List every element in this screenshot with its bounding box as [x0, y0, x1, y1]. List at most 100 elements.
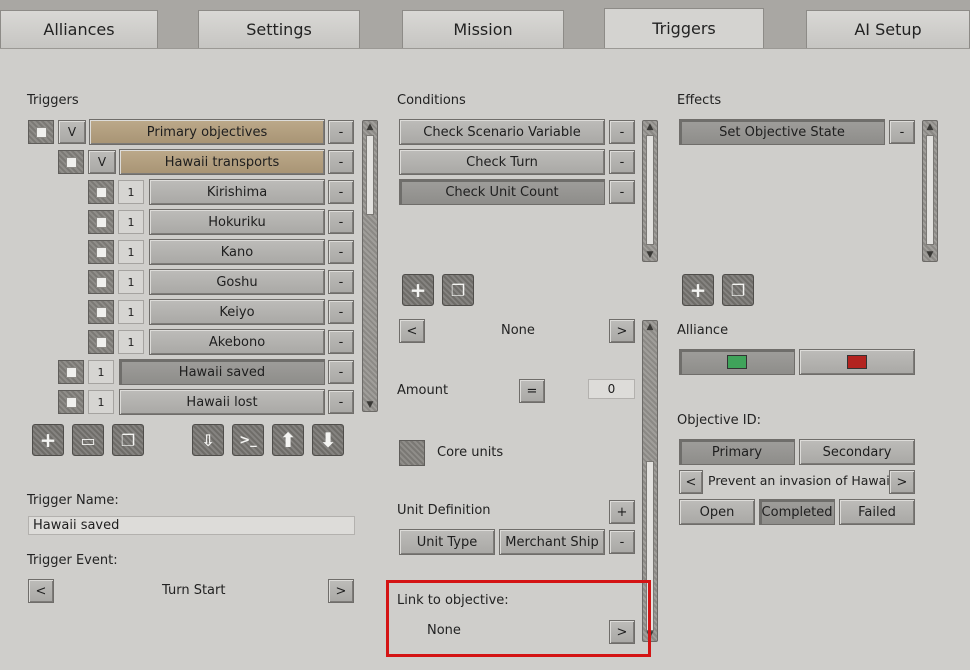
trigger-remove-button[interactable]: -: [328, 210, 354, 234]
trigger-remove-button[interactable]: -: [328, 300, 354, 324]
trigger-count: 1: [118, 210, 144, 234]
condition-remove-button[interactable]: -: [609, 150, 635, 174]
import-icon[interactable]: ⇩: [192, 424, 224, 456]
event-next-button[interactable]: >: [328, 579, 354, 603]
trigger-checkbox[interactable]: [58, 150, 84, 174]
add-condition-icon[interactable]: +: [402, 274, 434, 306]
unit-type-button[interactable]: Unit Type: [399, 529, 495, 555]
trigger-kirishima[interactable]: Kirishima: [149, 179, 325, 205]
objective-secondary-button[interactable]: Secondary: [799, 439, 915, 465]
scrollbar-thumb[interactable]: [926, 135, 934, 245]
add-effect-icon[interactable]: +: [682, 274, 714, 306]
trigger-checkbox[interactable]: [88, 240, 114, 264]
objective-value: Prevent an invasion of Hawaii: [708, 473, 894, 488]
trigger-remove-button[interactable]: -: [328, 360, 354, 384]
state-failed-button[interactable]: Failed: [839, 499, 915, 525]
move-down-icon[interactable]: ⬇: [312, 424, 344, 456]
condition-remove-button[interactable]: -: [609, 120, 635, 144]
condition-remove-button[interactable]: -: [609, 180, 635, 204]
trigger-checkbox[interactable]: [58, 360, 84, 384]
trigger-checkbox[interactable]: [58, 390, 84, 414]
condition-check-turn[interactable]: Check Turn: [399, 149, 605, 175]
condition-check-scenario-variable[interactable]: Check Scenario Variable: [399, 119, 605, 145]
trigger-name-label: Trigger Name:: [27, 493, 119, 508]
trigger-remove-button[interactable]: -: [328, 390, 354, 414]
tab-alliances[interactable]: Alliances: [0, 10, 158, 48]
amount-input[interactable]: 0: [588, 379, 635, 399]
trigger-remove-button[interactable]: -: [328, 330, 354, 354]
trigger-keiyo[interactable]: Keiyo: [149, 299, 325, 325]
scroll-up-icon[interactable]: ▲: [364, 122, 376, 132]
copy-icon[interactable]: ❐: [112, 424, 144, 456]
alliance-label: Alliance: [677, 323, 729, 338]
state-completed-button[interactable]: Completed: [759, 499, 835, 525]
effects-scrollbar[interactable]: ▲ ▼: [922, 120, 938, 262]
alliance-green-button[interactable]: [679, 349, 795, 375]
trigger-remove-button[interactable]: -: [328, 180, 354, 204]
trigger-checkbox[interactable]: [88, 180, 114, 204]
scroll-up-icon[interactable]: ▲: [644, 322, 656, 332]
alliance-red-button[interactable]: [799, 349, 915, 375]
condition-prev-button[interactable]: <: [399, 319, 425, 343]
effect-remove-button[interactable]: -: [889, 120, 915, 144]
trigger-checkbox[interactable]: [88, 300, 114, 324]
event-prev-button[interactable]: <: [28, 579, 54, 603]
trigger-checkbox[interactable]: [88, 210, 114, 234]
trigger-remove-button[interactable]: -: [328, 120, 354, 144]
scroll-up-icon[interactable]: ▲: [644, 122, 656, 132]
scrollbar-thumb[interactable]: [366, 135, 374, 215]
effect-set-objective-state[interactable]: Set Objective State: [679, 119, 885, 145]
trigger-checkbox[interactable]: [88, 330, 114, 354]
tab-ai-setup[interactable]: AI Setup: [806, 10, 970, 48]
scrollbar-thumb[interactable]: [646, 135, 654, 245]
trigger-akebono[interactable]: Akebono: [149, 329, 325, 355]
trigger-goshu[interactable]: Goshu: [149, 269, 325, 295]
trigger-remove-button[interactable]: -: [328, 240, 354, 264]
effects-header: Effects: [677, 93, 722, 108]
scroll-down-icon[interactable]: ▼: [644, 250, 656, 260]
trigger-toggle[interactable]: V: [58, 120, 86, 144]
console-icon[interactable]: >_: [232, 424, 264, 456]
trigger-hawaii-saved[interactable]: Hawaii saved: [119, 359, 325, 385]
copy-condition-icon[interactable]: ❐: [442, 274, 474, 306]
trigger-kano[interactable]: Kano: [149, 239, 325, 265]
condition-check-unit-count[interactable]: Check Unit Count: [399, 179, 605, 205]
state-open-button[interactable]: Open: [679, 499, 755, 525]
objective-primary-button[interactable]: Primary: [679, 439, 795, 465]
unit-definition-add-button[interactable]: +: [609, 500, 635, 524]
trigger-hawaii-transports[interactable]: Hawaii transports: [119, 149, 325, 175]
condition-next-button[interactable]: >: [609, 319, 635, 343]
unit-definition-remove-button[interactable]: -: [609, 530, 635, 554]
unit-type-value-button[interactable]: Merchant Ship: [499, 529, 605, 555]
triggers-header: Triggers: [27, 93, 79, 108]
triggers-scrollbar[interactable]: ▲ ▼: [362, 120, 378, 412]
trigger-checkbox[interactable]: [88, 270, 114, 294]
tab-mission[interactable]: Mission: [402, 10, 564, 48]
scroll-down-icon[interactable]: ▼: [364, 400, 376, 410]
trigger-count: 1: [118, 180, 144, 204]
copy-effect-icon[interactable]: ❐: [722, 274, 754, 306]
trigger-hokuriku[interactable]: Hokuriku: [149, 209, 325, 235]
objective-prev-button[interactable]: <: [679, 470, 703, 494]
tab-triggers[interactable]: Triggers: [604, 8, 764, 48]
move-up-icon[interactable]: ⬆: [272, 424, 304, 456]
scroll-up-icon[interactable]: ▲: [924, 122, 936, 132]
conditions-scrollbar[interactable]: ▲ ▼: [642, 120, 658, 262]
trigger-toggle[interactable]: V: [88, 150, 116, 174]
objective-next-button[interactable]: >: [889, 470, 915, 494]
tab-label: Alliances: [43, 20, 115, 39]
scroll-down-icon[interactable]: ▼: [924, 250, 936, 260]
core-units-checkbox[interactable]: [399, 440, 425, 466]
amount-operator-button[interactable]: =: [519, 379, 545, 403]
tab-settings[interactable]: Settings: [198, 10, 360, 48]
folder-icon[interactable]: ▭: [72, 424, 104, 456]
condition-selector-value: None: [501, 323, 535, 338]
trigger-primary-objectives[interactable]: Primary objectives: [89, 119, 325, 145]
add-icon[interactable]: +: [32, 424, 64, 456]
trigger-remove-button[interactable]: -: [328, 150, 354, 174]
trigger-name-input[interactable]: Hawaii saved: [28, 516, 355, 535]
trigger-hawaii-lost[interactable]: Hawaii lost: [119, 389, 325, 415]
trigger-checkbox[interactable]: [28, 120, 54, 144]
trigger-event-label: Trigger Event:: [27, 553, 118, 568]
trigger-remove-button[interactable]: -: [328, 270, 354, 294]
